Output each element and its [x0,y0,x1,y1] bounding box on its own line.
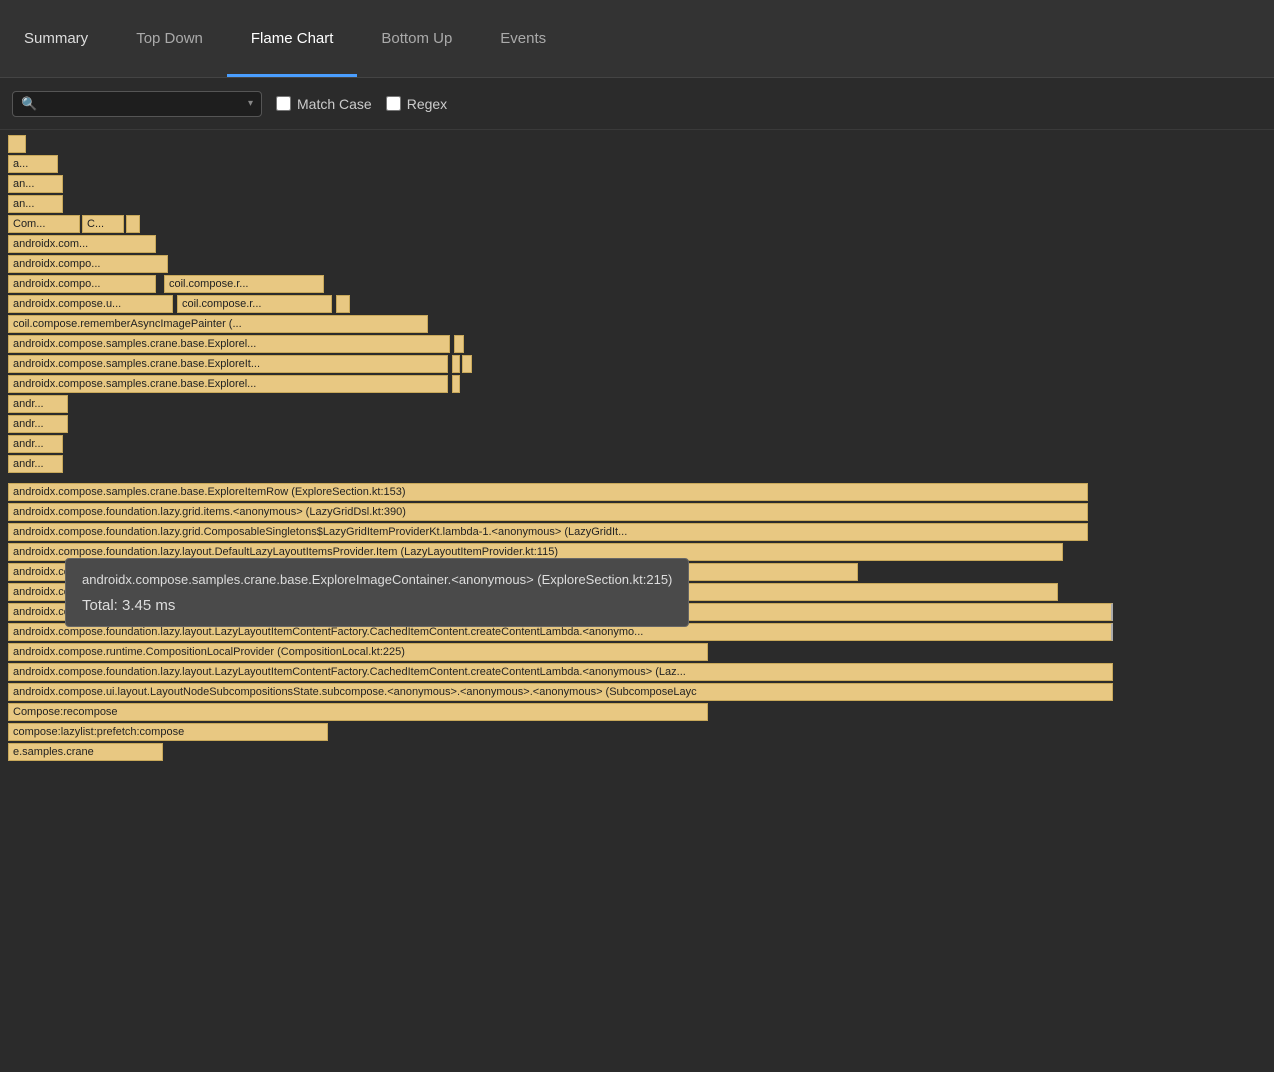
flame-bar[interactable]: Com... [8,215,80,233]
flame-bar[interactable]: androidx.compose.samples.crane.base.Expl… [8,335,450,353]
flame-row: androidx.compose.samples.crane.base.Expl… [8,334,1274,354]
match-case-label[interactable]: Match Case [276,96,372,112]
flame-bar[interactable] [8,135,26,153]
flame-row: andr... [8,414,1274,434]
flame-bar[interactable] [452,375,460,393]
flame-bar[interactable] [126,215,140,233]
flame-bar[interactable]: androidx.compose.foundation.lazy.layout.… [8,623,1113,641]
flame-bar[interactable]: andr... [8,415,68,433]
match-case-checkbox[interactable] [276,96,291,111]
flame-row: compose:lazylist:prefetch:compose [8,722,1274,742]
flame-row: an... [8,194,1274,214]
flame-row [8,134,1274,154]
flame-bar[interactable]: androidx.compose.foundation.lazy.layout.… [8,663,1113,681]
regex-label[interactable]: Regex [386,96,447,112]
flame-row: androidx.compose.foundation.lazy.layout.… [8,662,1274,682]
flame-row: androidx.compose.foundation.lazy.grid.La… [8,562,1274,582]
flame-row: androidx.com... [8,234,1274,254]
flame-bar[interactable]: androidx.compo... [8,275,156,293]
flame-row: Compose:recompose [8,702,1274,722]
flame-bar[interactable]: androidx.compose.foundation.lazy.grid.re… [8,603,1113,621]
flame-bar[interactable]: androidx.compose.u... [8,295,173,313]
flame-bar[interactable]: androidx.compose.foundation.lazy.layout.… [8,543,1063,561]
search-input[interactable] [43,96,242,111]
flame-row: androidx.compose.samples.crane.base.Expl… [8,374,1274,394]
flame-bar[interactable]: coil.compose.r... [164,275,324,293]
flame-row: androidx.compose.u... coil.compose.r... [8,294,1274,314]
flame-row: andr... [8,394,1274,414]
flame-chart-area[interactable]: a... an... an... Com... C... androidx.co… [0,130,1274,1072]
flame-bar[interactable]: androidx.compo... [8,255,168,273]
flame-bar[interactable]: coil.compose.r... [177,295,332,313]
search-icon: 🔍 [21,96,37,112]
flame-row: androidx.compose.foundation.lazy.grid.Co… [8,522,1274,542]
flame-bar[interactable]: Compose:recompose [8,703,708,721]
search-bar: 🔍 ▾ Match Case Regex [0,78,1274,130]
flame-row: androidx.compose.foundation.lazy.layout.… [8,582,1274,602]
flame-bar[interactable]: androidx.compose.foundation.lazy.grid.La… [8,563,858,581]
regex-checkbox[interactable] [386,96,401,111]
flame-row: androidx.compose.foundation.lazy.layout.… [8,622,1274,642]
tab-flame-chart[interactable]: Flame Chart [227,0,358,77]
flame-row: a... [8,154,1274,174]
flame-bar[interactable]: an... [8,195,63,213]
flame-row: androidx.compose.samples.crane.base.Expl… [8,482,1274,502]
flame-bar[interactable] [452,355,460,373]
flame-row: androidx.compo... coil.compose.r... [8,274,1274,294]
flame-bar[interactable]: androidx.compose.foundation.lazy.grid.it… [8,503,1088,521]
flame-bar[interactable]: androidx.compose.runtime.CompositionLoca… [8,643,708,661]
flame-bar[interactable]: andr... [8,395,68,413]
flame-bar[interactable]: C... [82,215,124,233]
flame-container: a... an... an... Com... C... androidx.co… [0,130,1274,766]
flame-bar[interactable]: e.samples.crane [8,743,163,761]
flame-row: androidx.compo... [8,254,1274,274]
flame-bar[interactable]: androidx.compose.samples.crane.base.Expl… [8,375,448,393]
flame-row: androidx.compose.foundation.lazy.grid.re… [8,602,1274,622]
flame-row: androidx.compose.foundation.lazy.layout.… [8,542,1274,562]
search-dropdown-icon: ▾ [248,98,253,109]
flame-bar[interactable]: androidx.compose.samples.crane.base.Expl… [8,355,448,373]
tab-bar: Summary Top Down Flame Chart Bottom Up E… [0,0,1274,78]
flame-bar[interactable]: androidx.compose.ui.layout.LayoutNodeSub… [8,683,1113,701]
flame-bar[interactable]: androidx.compose.foundation.lazy.grid.Co… [8,523,1088,541]
flame-bar[interactable]: androidx.compose.foundation.lazy.layout.… [8,583,1058,601]
flame-row: androidx.compose.samples.crane.base.Expl… [8,354,1274,374]
flame-bar[interactable]: androidx.com... [8,235,156,253]
flame-bar[interactable]: a... [8,155,58,173]
flame-row: Com... C... [8,214,1274,234]
flame-row: androidx.compose.runtime.CompositionLoca… [8,642,1274,662]
flame-bar[interactable]: coil.compose.rememberAsyncImagePainter (… [8,315,428,333]
flame-row: androidx.compose.ui.layout.LayoutNodeSub… [8,682,1274,702]
flame-bar[interactable] [454,335,464,353]
flame-bar[interactable]: compose:lazylist:prefetch:compose [8,723,328,741]
flame-bar[interactable] [336,295,350,313]
flame-row: andr... [8,434,1274,454]
flame-bar[interactable]: andr... [8,435,63,453]
flame-bar[interactable] [462,355,472,373]
flame-row: e.samples.crane [8,742,1274,762]
tab-events[interactable]: Events [476,0,570,77]
tab-top-down[interactable]: Top Down [112,0,227,77]
flame-bar[interactable]: andr... [8,455,63,473]
search-input-wrapper[interactable]: 🔍 ▾ [12,91,262,117]
flame-row: andr... [8,454,1274,474]
flame-row: an... [8,174,1274,194]
tab-summary[interactable]: Summary [0,0,112,77]
flame-row: coil.compose.rememberAsyncImagePainter (… [8,314,1274,334]
tab-bottom-up[interactable]: Bottom Up [357,0,476,77]
flame-row: androidx.compose.foundation.lazy.grid.it… [8,502,1274,522]
flame-bar[interactable]: an... [8,175,63,193]
flame-bar[interactable]: androidx.compose.samples.crane.base.Expl… [8,483,1088,501]
